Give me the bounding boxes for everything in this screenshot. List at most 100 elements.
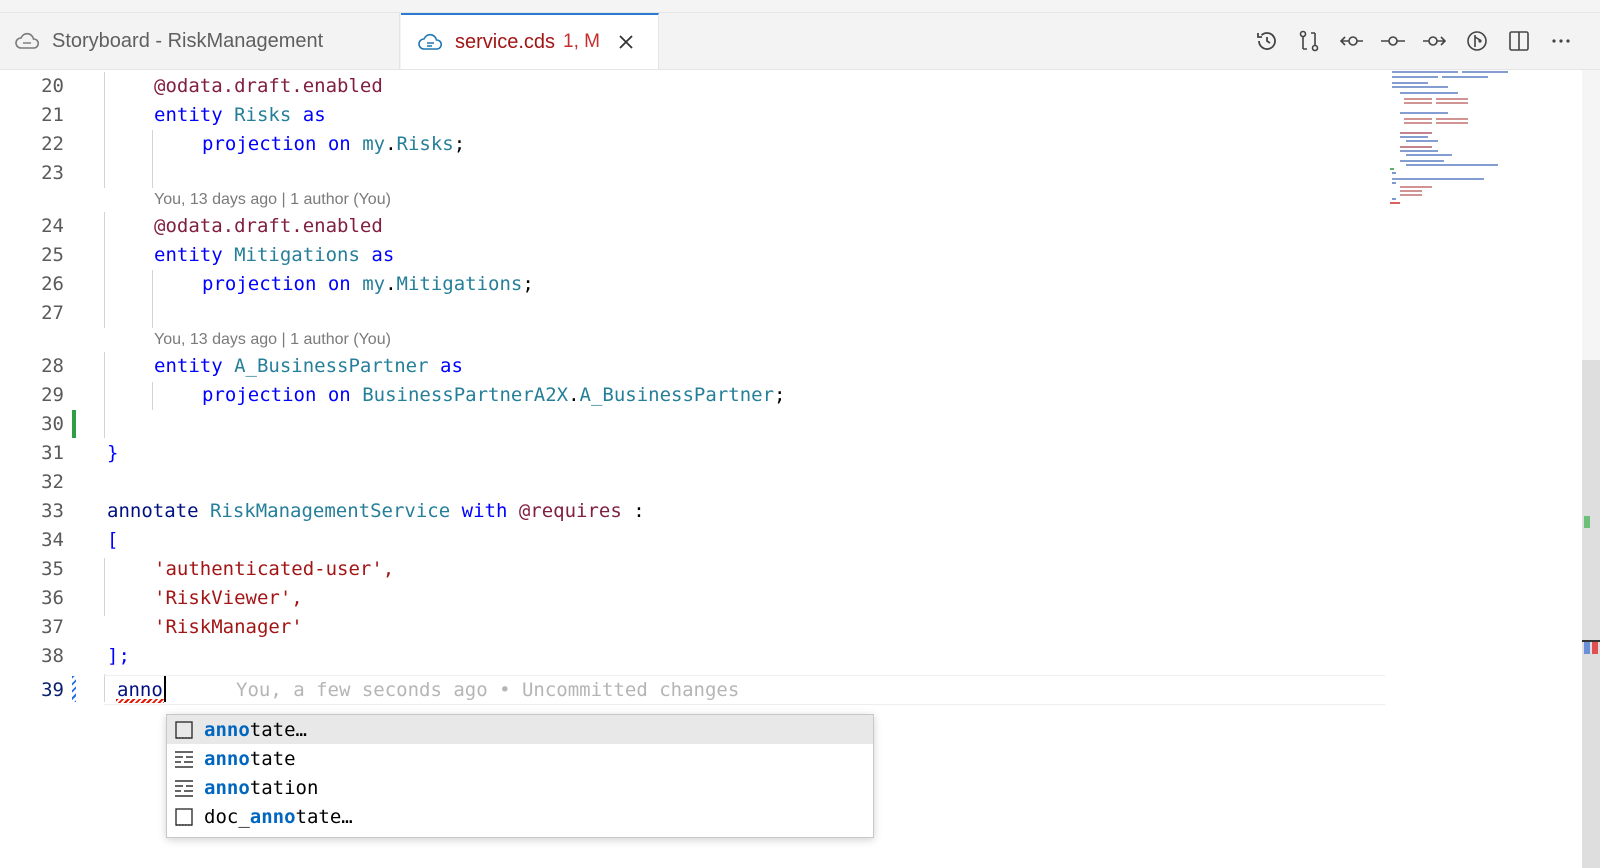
line-number: 24	[41, 215, 64, 237]
line-code: projection on my.Mitigations;	[202, 273, 534, 295]
suggestion-item[interactable]: anno tation	[167, 773, 873, 802]
inline-blame: You, a few seconds ago • Uncommitted cha…	[236, 679, 740, 701]
line-code: projection on my.Risks;	[202, 133, 466, 155]
text-cursor	[164, 676, 166, 702]
code-line: 28 entity A_BusinessPartner as	[0, 352, 1385, 381]
split-editor-icon[interactable]	[1498, 13, 1540, 69]
commit-icon[interactable]	[1372, 13, 1414, 69]
line-code: }	[107, 442, 119, 464]
suggestion-rest: tate…	[295, 805, 353, 828]
line-code: @odata.draft.enabled	[154, 215, 383, 237]
suggestion-widget: anno tate… anno tate anno tation doc_ anno ta…	[166, 714, 874, 838]
editor-toolbar	[1246, 13, 1582, 69]
previous-change-icon[interactable]	[1330, 13, 1372, 69]
suggestion-rest: tation	[249, 776, 319, 799]
line-number: 35	[41, 558, 64, 580]
suggestion-item[interactable]: doc_ anno tate…	[167, 802, 873, 831]
git-modified-marker[interactable]	[72, 676, 76, 702]
cloud-icon	[14, 30, 40, 52]
line-number: 27	[41, 302, 64, 324]
code-line: 31}	[0, 439, 1385, 468]
keyword-icon	[173, 777, 195, 799]
line-code: @odata.draft.enabled	[154, 75, 383, 97]
code-line: 36 'RiskViewer',	[0, 584, 1385, 613]
codelens-blame[interactable]: You, 13 days ago | 1 author (You)	[154, 330, 391, 350]
code-line: 38];	[0, 642, 1385, 671]
line-code: projection on BusinessPartnerA2X.A_Busin…	[202, 384, 786, 406]
vertical-scrollbar[interactable]	[1582, 70, 1600, 868]
line-code: ];	[107, 645, 130, 667]
minimap[interactable]	[1388, 70, 1578, 210]
compare-changes-icon[interactable]	[1288, 13, 1330, 69]
close-icon[interactable]	[616, 32, 636, 52]
cloud-file-icon	[417, 31, 443, 53]
line-code: 'RiskManager'	[154, 616, 303, 638]
codelens-blame[interactable]: You, 13 days ago | 1 author (You)	[154, 190, 391, 210]
line-number: 25	[41, 244, 64, 266]
suggestion-item[interactable]: anno tate	[167, 744, 873, 773]
line-number: 28	[41, 355, 64, 377]
code-line: 22 projection on my.Risks;	[0, 130, 1385, 159]
line-number: 34	[41, 529, 64, 551]
suggestion-match: anno	[204, 776, 250, 799]
suggestion-item[interactable]: anno tate…	[167, 715, 873, 744]
code-line: 30	[0, 410, 1385, 439]
tab-label: Storyboard - RiskManagement	[52, 29, 324, 52]
code-line: 24 @odata.draft.enabled	[0, 212, 1385, 241]
line-code: annotate RiskManagementService with @req…	[107, 500, 645, 522]
code-line: 35 'authenticated-user',	[0, 555, 1385, 584]
line-number: 39	[41, 679, 64, 701]
suggestion-rest: tate…	[249, 718, 307, 741]
line-number: 21	[41, 104, 64, 126]
line-number: 37	[41, 616, 64, 638]
code-line: 26 projection on my.Mitigations;	[0, 270, 1385, 299]
scrollbar-modified-marker	[1584, 642, 1590, 654]
snippet-icon	[173, 806, 195, 828]
code-line: 23	[0, 159, 1385, 188]
scrollbar-error-marker	[1592, 642, 1598, 654]
line-number: 20	[41, 75, 64, 97]
code-line: 37 'RiskManager'	[0, 613, 1385, 642]
line-number: 31	[41, 442, 64, 464]
scrollbar-change-marker	[1584, 516, 1590, 528]
line-number: 22	[41, 133, 64, 155]
scrollbar-thumb[interactable]	[1582, 360, 1600, 868]
git-lens-icon[interactable]	[1456, 13, 1498, 69]
more-actions-icon[interactable]	[1540, 13, 1582, 69]
line-code: entity A_BusinessPartner as	[154, 355, 463, 377]
suggestion-prefix: doc_	[204, 805, 250, 828]
line-number: 36	[41, 587, 64, 609]
history-icon[interactable]	[1246, 13, 1288, 69]
line-number: 23	[41, 162, 64, 184]
line-number: 29	[41, 384, 64, 406]
code-line: 21 entity Risks as	[0, 101, 1385, 130]
code-line: 33 annotate RiskManagementService with @r…	[0, 497, 1385, 526]
code-line: 29 projection on BusinessPartnerA2X.A_Bus…	[0, 381, 1385, 410]
tab-label: service.cds	[455, 30, 556, 53]
line-number: 26	[41, 273, 64, 295]
tab-service-cds[interactable]: service.cds 1, M	[401, 13, 659, 69]
line-code: [	[107, 529, 119, 551]
line-code: 'RiskViewer',	[154, 587, 303, 609]
code-line: 25 entity Mitigations as	[0, 241, 1385, 270]
problems-badge: 1, M	[563, 31, 600, 52]
line-number: 33	[41, 500, 64, 522]
suggestion-rest: tate	[249, 747, 296, 770]
code-line: 34 [	[0, 526, 1385, 555]
suggestion-match: anno	[204, 747, 250, 770]
code-line: 32	[0, 468, 1385, 497]
suggestion-match: anno	[204, 718, 250, 741]
snippet-icon	[173, 719, 195, 741]
line-code: 'authenticated-user',	[154, 558, 395, 580]
title-strip	[0, 0, 1600, 13]
code-line: 20 @odata.draft.enabled	[0, 72, 1385, 101]
line-number: 30	[41, 413, 64, 435]
line-code: entity Mitigations as	[154, 244, 395, 266]
tab-storyboard[interactable]: Storyboard - RiskManagement	[0, 13, 400, 69]
error-squiggle[interactable]	[116, 699, 164, 703]
code-line: 27	[0, 299, 1385, 328]
line-number: 32	[41, 471, 64, 493]
line-code: entity Risks as	[154, 104, 326, 126]
next-change-icon[interactable]	[1414, 13, 1456, 69]
keyword-icon	[173, 748, 195, 770]
